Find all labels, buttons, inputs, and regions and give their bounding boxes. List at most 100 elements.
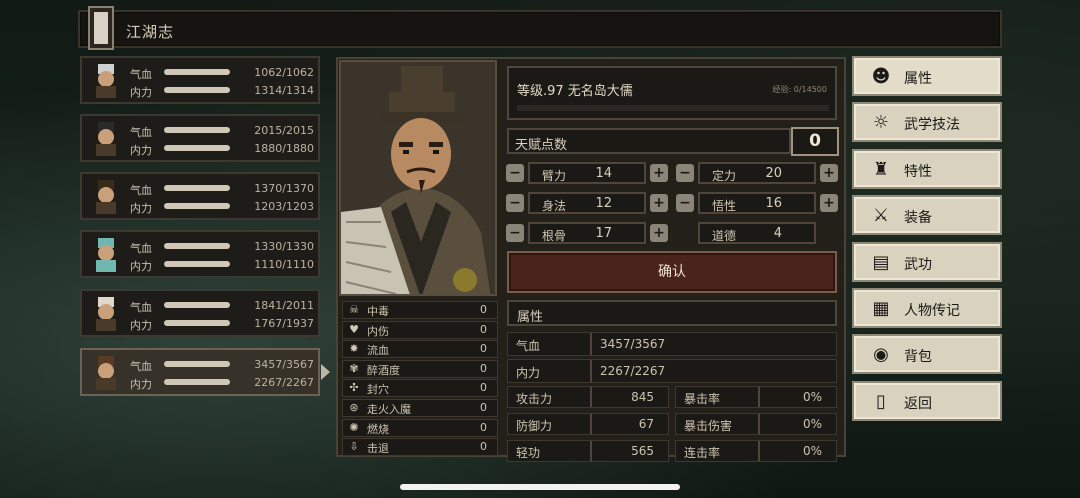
combat-stat-row: 暴击率 0%: [675, 386, 837, 408]
character-card[interactable]: 气血 3457/3567 内力 2267/2267: [80, 348, 320, 396]
hp-value: 1841/2011: [254, 299, 314, 312]
minus-button-focus[interactable]: −: [676, 164, 694, 182]
combat-label: 暴击率: [676, 387, 760, 407]
status-value: 0: [480, 420, 487, 434]
character-avatar-icon: [96, 356, 116, 390]
mp-bar: [164, 261, 230, 267]
combat-label: 轻功: [508, 441, 592, 461]
mp-row: 内力 1203/1203: [130, 200, 314, 216]
character-avatar-icon: [96, 64, 116, 98]
plus-button-constitution[interactable]: +: [650, 224, 668, 242]
plus-button-focus[interactable]: +: [820, 164, 838, 182]
combat-stat-row: 连击率 0%: [675, 440, 837, 462]
hp-value: 1330/1330: [254, 240, 314, 253]
mp-value: 1880/1880: [254, 142, 314, 155]
hp-value: 3457/3567: [254, 358, 314, 371]
character-card[interactable]: 气血 1841/2011 内力 1767/1937: [80, 289, 320, 337]
combat-value: 0%: [802, 390, 822, 404]
confirm-button[interactable]: 确认: [507, 251, 837, 293]
status-row: ✣ 封穴 0: [342, 379, 498, 398]
stat-label: 悟性: [712, 199, 737, 213]
character-card[interactable]: 气血 1330/1330 内力 1110/1110: [80, 230, 320, 278]
menu-button-8[interactable]: ▯ 返回: [852, 380, 1002, 421]
status-value: 0: [480, 322, 487, 336]
trait-icon: ♜: [872, 158, 890, 180]
character-card[interactable]: 气血 1062/1062 内力 1314/1314: [80, 56, 320, 104]
menu-label: 背包: [904, 349, 932, 366]
mp-value: 1110/1110: [254, 258, 314, 271]
talent-points-value: 0: [791, 127, 839, 156]
combat-stat-row: 攻击力 845: [507, 386, 669, 408]
hp-value: 2015/2015: [254, 124, 314, 137]
mp-label: 内力: [130, 202, 152, 215]
title-bar: 江湖志: [78, 6, 1002, 50]
status-value: 0: [480, 303, 487, 316]
stat-value: 12: [595, 196, 612, 211]
madness-icon: ⊛: [349, 401, 359, 414]
plus-button-strength[interactable]: +: [650, 164, 668, 182]
status-value: 0: [480, 361, 487, 375]
drunk-icon: ✾: [349, 361, 359, 375]
menu-label: 武功: [904, 256, 932, 273]
status-value: 0: [480, 401, 487, 414]
biography-icon: ▦: [872, 298, 890, 319]
plus-button-agility[interactable]: +: [650, 194, 668, 212]
hp-row: 气血 2015/2015: [130, 124, 314, 140]
status-label: 醉酒度: [367, 363, 400, 377]
combat-value: 845: [631, 390, 654, 404]
level-text: 等级.97 无名岛大儒: [517, 84, 633, 99]
hp-row: 气血 3457/3567: [130, 358, 314, 374]
menu-button-1[interactable]: ☻ 属性: [852, 56, 1002, 96]
minus-button-insight[interactable]: −: [676, 194, 694, 212]
mp-row: 内力 1110/1110: [130, 258, 314, 274]
hp-bar: [164, 302, 230, 308]
status-label: 封穴: [367, 383, 389, 397]
status-value: 0: [480, 440, 487, 454]
minus-button-strength[interactable]: −: [506, 164, 524, 182]
exp-text: 经验: 0/14500: [772, 85, 827, 94]
bleed-icon: ✸: [349, 342, 359, 356]
character-avatar-icon: [96, 238, 116, 272]
stat-value: 16: [765, 196, 782, 211]
mp-label: 内力: [130, 144, 152, 157]
stat-agility: 身法 12: [528, 192, 646, 214]
menu-button-5[interactable]: ▤ 武功: [852, 241, 1002, 282]
status-value: 0: [480, 342, 487, 356]
minus-button-agility[interactable]: −: [506, 194, 524, 212]
attr-value: 3457/3567: [600, 337, 666, 351]
menu-button-6[interactable]: ▦ 人物传记: [852, 288, 1002, 328]
mp-value: 2267/2267: [254, 376, 314, 389]
menu-button-3[interactable]: ♜ 特性: [852, 148, 1002, 189]
combat-label: 连击率: [676, 441, 760, 461]
hp-label: 气血: [130, 301, 152, 314]
broken-heart-icon: ♥: [349, 322, 359, 336]
book-icon: [88, 6, 114, 50]
hp-label: 气血: [130, 242, 152, 255]
mp-bar: [164, 145, 230, 151]
menu-button-7[interactable]: ◉ 背包: [852, 334, 1002, 375]
status-label: 走火入魔: [367, 403, 411, 416]
combat-stat-row: 轻功 565: [507, 440, 669, 462]
hp-bar: [164, 69, 230, 75]
stat-constitution: 根骨 17: [528, 222, 646, 244]
character-card[interactable]: 气血 1370/1370 内力 1203/1203: [80, 172, 320, 220]
menu-label: 属性: [904, 71, 932, 87]
character-portrait: [339, 60, 497, 296]
plus-button-insight[interactable]: +: [820, 194, 838, 212]
status-row: ⊛ 走火入魔 0: [342, 399, 498, 417]
mp-label: 内力: [130, 378, 152, 391]
stat-value: 20: [765, 166, 782, 181]
stat-strength: 臂力 14: [528, 162, 646, 184]
menu-button-4[interactable]: ⚔ 装备: [852, 195, 1002, 236]
status-label: 击退: [367, 442, 389, 456]
menu-button-2[interactable]: ☼ 武学技法: [852, 102, 1002, 143]
home-indicator[interactable]: [400, 484, 680, 490]
status-row: ✺ 燃烧 0: [342, 418, 498, 437]
stat-value: 17: [595, 226, 612, 241]
menu-label: 武学技法: [904, 117, 960, 134]
combat-stat-row: 防御力 67: [507, 413, 669, 435]
character-card[interactable]: 气血 2015/2015 内力 1880/1880: [80, 114, 320, 162]
exp-bar: [517, 105, 829, 111]
mp-value: 1203/1203: [254, 200, 314, 213]
minus-button-constitution[interactable]: −: [506, 224, 524, 242]
